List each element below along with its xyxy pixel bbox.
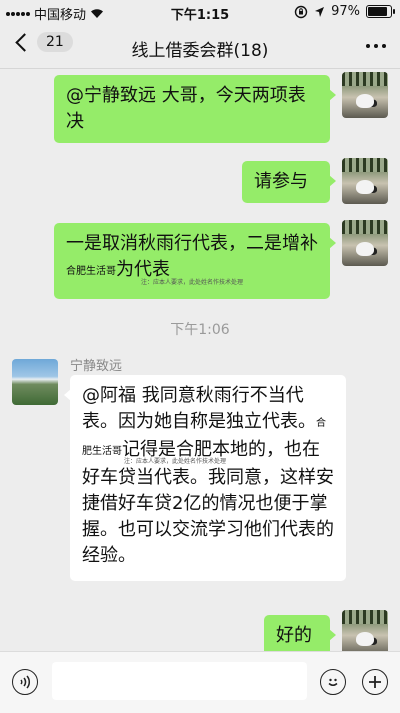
message-list[interactable]: @宁静致远 大哥，今天两项表决 请参与 一是取消秋雨行代表，二是增补合肥生活哥为… bbox=[0, 69, 400, 651]
battery-fill bbox=[368, 7, 388, 16]
input-bar bbox=[0, 651, 400, 713]
self-avatar[interactable] bbox=[342, 610, 388, 651]
message-bubble-outgoing[interactable]: 请参与 bbox=[242, 161, 336, 203]
message-timestamp: 下午1:06 bbox=[170, 322, 230, 338]
voice-icon bbox=[20, 675, 31, 689]
message-bubble-outgoing[interactable]: 一是取消秋雨行代表，二是增补合肥生活哥为代表 注：应本人要求，此处姓名作技术处理 bbox=[54, 223, 336, 299]
self-avatar[interactable] bbox=[342, 158, 388, 204]
message-bubble-incoming[interactable]: @阿福 我同意秋雨行不当代表。因为她自称是独立代表。合肥生活哥记得是合肥本地的，… bbox=[64, 375, 346, 581]
more-functions-button[interactable] bbox=[362, 669, 388, 695]
chat-title: 线上借委会群(18) bbox=[131, 41, 269, 61]
message-bubble-outgoing[interactable]: 好的 bbox=[264, 615, 336, 651]
redaction-note: 注：应本人要求，此处姓名作技术处理 bbox=[140, 279, 243, 286]
chat-header: 21 线上借委会群(18) bbox=[0, 24, 400, 69]
message-text: 请参与 bbox=[254, 171, 308, 192]
more-icon[interactable] bbox=[366, 44, 386, 48]
self-avatar[interactable] bbox=[342, 220, 388, 266]
redaction-note: 注：应本人要求，此处姓名作技术处理 bbox=[123, 458, 226, 465]
lock-rotation-icon bbox=[294, 5, 308, 18]
message-text: @宁静致远 大哥，今天两项表决 bbox=[66, 85, 306, 132]
status-bar: 中国移动 下午1:15 97% bbox=[0, 0, 400, 24]
location-icon bbox=[315, 6, 325, 17]
message-text: 好的 bbox=[276, 625, 312, 646]
message-input[interactable] bbox=[52, 662, 307, 700]
sender-avatar[interactable] bbox=[12, 359, 58, 405]
self-avatar[interactable] bbox=[342, 72, 388, 118]
message-text: @阿福 我同意秋雨行不当代表。因为她自称是独立代表。 bbox=[82, 385, 316, 432]
message-text: 一是取消秋雨行代表，二是增补 bbox=[66, 233, 318, 254]
message-bubble-outgoing[interactable]: @宁静致远 大哥，今天两项表决 bbox=[54, 75, 336, 143]
sender-name: 宁静致远 bbox=[70, 359, 123, 374]
battery-icon bbox=[366, 5, 395, 18]
plus-icon bbox=[369, 676, 381, 688]
emoji-button[interactable] bbox=[320, 669, 346, 695]
emoji-icon bbox=[328, 678, 338, 686]
voice-button[interactable] bbox=[12, 669, 38, 695]
battery-percent: 97% bbox=[331, 4, 360, 19]
